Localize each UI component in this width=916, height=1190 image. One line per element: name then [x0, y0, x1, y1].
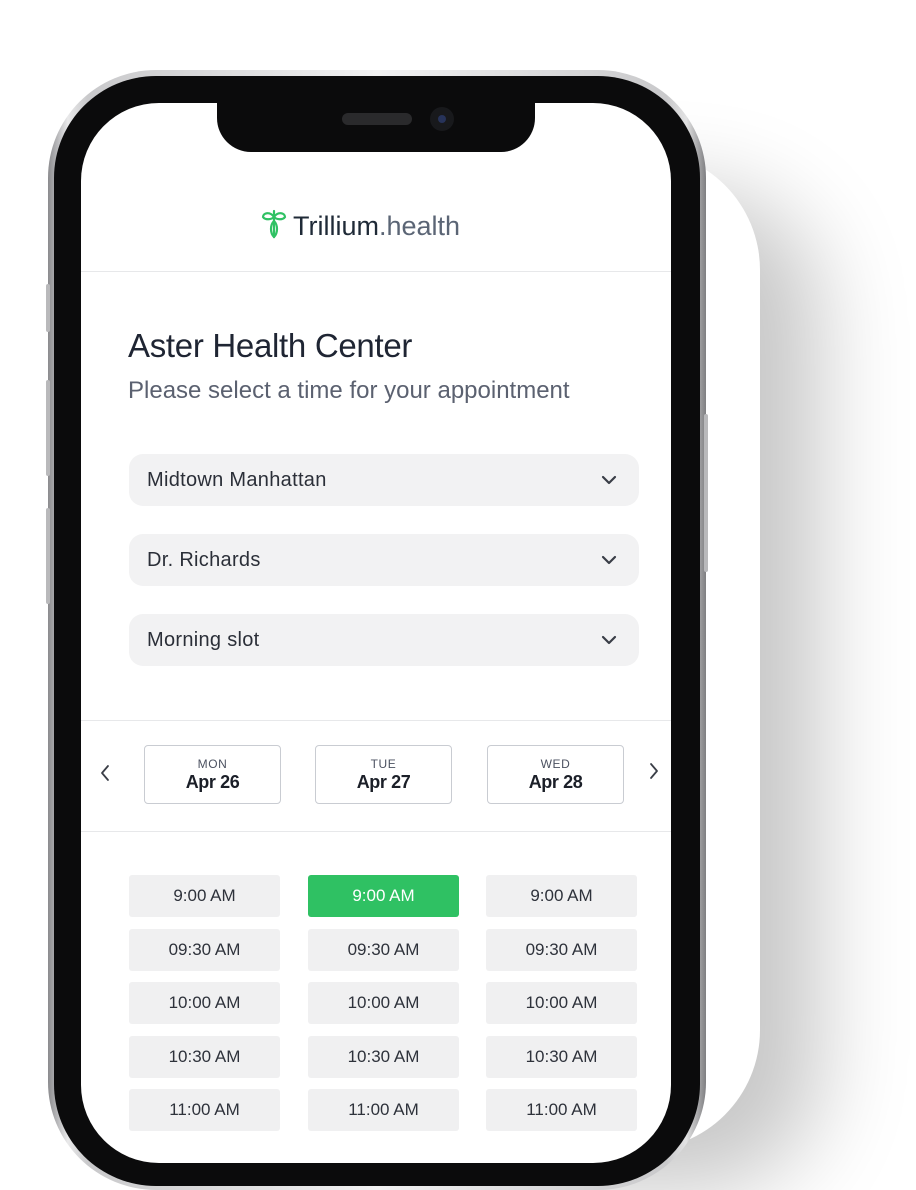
time-slot-wed-0930[interactable]: 09:30 AM [486, 929, 637, 971]
date-section-bottom-divider [81, 831, 671, 832]
day-card-mon[interactable]: MON Apr 26 [144, 745, 281, 804]
prev-days-button[interactable] [93, 760, 117, 790]
volume-up-button [46, 380, 50, 476]
time-slot-mon-1030[interactable]: 10:30 AM [129, 1036, 280, 1078]
power-button [704, 414, 708, 572]
time-slot-wed-1000[interactable]: 10:00 AM [486, 982, 637, 1024]
location-select-value: Midtown Manhattan [147, 468, 327, 491]
time-slot-wed-1030[interactable]: 10:30 AM [486, 1036, 637, 1078]
front-camera [430, 107, 454, 131]
chevron-down-icon [599, 470, 619, 490]
day-card-wed[interactable]: WED Apr 28 [487, 745, 624, 804]
day-of-week: TUE [370, 756, 397, 771]
chevron-right-icon [649, 762, 659, 785]
brand-logo[interactable]: Trillium.health [261, 209, 460, 243]
doctor-select[interactable]: Dr. Richards [129, 534, 639, 586]
day-of-week: MON [197, 756, 228, 771]
day-date: Apr 26 [185, 771, 240, 792]
day-date: Apr 28 [528, 771, 583, 792]
day-card-tue[interactable]: TUE Apr 27 [315, 745, 452, 804]
brand-name: Trillium.health [293, 210, 461, 241]
time-slot-tue-1100[interactable]: 11:00 AM [308, 1089, 459, 1131]
day-date: Apr 27 [356, 771, 411, 792]
date-section-top-divider [81, 720, 671, 721]
phone-notch [217, 100, 535, 152]
mute-switch [46, 284, 50, 332]
page-subtitle: Please select a time for your appointmen… [128, 377, 570, 404]
trillium-flower-icon [261, 207, 287, 246]
volume-down-button [46, 508, 50, 604]
location-select[interactable]: Midtown Manhattan [129, 454, 639, 506]
time-slot-wed-1100[interactable]: 11:00 AM [486, 1089, 637, 1131]
header-divider [81, 271, 671, 272]
time-slot-wed-0900[interactable]: 9:00 AM [486, 875, 637, 917]
chevron-down-icon [599, 550, 619, 570]
time-slot-mon-0900[interactable]: 9:00 AM [129, 875, 280, 917]
time-slot-tue-0900-selected[interactable]: 9:00 AM [308, 875, 459, 917]
time-slot-tue-1030[interactable]: 10:30 AM [308, 1036, 459, 1078]
time-slot-tue-0930[interactable]: 09:30 AM [308, 929, 459, 971]
slot-type-select[interactable]: Morning slot [129, 614, 639, 666]
slot-type-select-value: Morning slot [147, 628, 260, 651]
time-slot-mon-0930[interactable]: 09:30 AM [129, 929, 280, 971]
chevron-left-icon [100, 764, 110, 787]
earpiece-speaker [342, 113, 412, 125]
doctor-select-value: Dr. Richards [147, 548, 261, 571]
page-title: Aster Health Center [128, 327, 413, 364]
time-slot-mon-1100[interactable]: 11:00 AM [129, 1089, 280, 1131]
next-days-button[interactable] [642, 758, 666, 788]
phone-screen: Trillium.health Aster Health Center Plea… [81, 103, 671, 1163]
time-slot-tue-1000[interactable]: 10:00 AM [308, 982, 459, 1024]
day-of-week: WED [540, 756, 571, 771]
time-slot-mon-1000[interactable]: 10:00 AM [129, 982, 280, 1024]
chevron-down-icon [599, 630, 619, 650]
